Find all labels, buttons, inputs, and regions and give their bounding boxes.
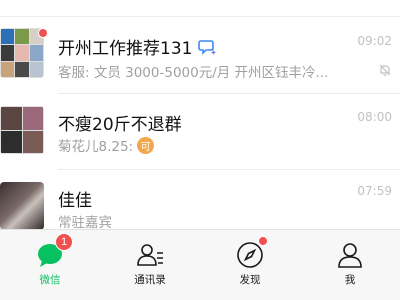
- tab-discover[interactable]: 发现: [200, 230, 300, 300]
- contacts-icon: [136, 241, 164, 269]
- chat-time: 07:59: [357, 184, 392, 198]
- group-avatar: [0, 106, 44, 154]
- tab-chats[interactable]: 1 微信: [0, 230, 100, 300]
- chat-title: 开州工作推荐131: [58, 34, 217, 59]
- unread-badge: 1: [55, 233, 73, 251]
- avatar: [0, 182, 44, 230]
- chat-bubble-icon: 1: [36, 233, 73, 269]
- chat-preview: 客服: 文员 3000-5000元/月 开州区钰丰冷...: [58, 65, 329, 81]
- chat-bubble-ai-icon: [198, 39, 217, 55]
- top-divider: [0, 16, 400, 17]
- notification-dot: [258, 236, 268, 246]
- chat-item-kaizhou-jobs[interactable]: 开州工作推荐131 09:02 客服: 文员 3000-5000元/月 开州区钰…: [0, 18, 400, 94]
- coin-icon: 可: [137, 136, 155, 154]
- chat-preview: 常驻嘉宾: [58, 215, 112, 231]
- compass-icon: [236, 236, 268, 269]
- chat-title: 佳佳: [58, 191, 92, 211]
- chat-item-jiajia[interactable]: 佳佳 07:59 常驻嘉宾: [0, 170, 400, 231]
- chat-time: 09:02: [357, 34, 392, 48]
- unread-dot: [38, 28, 48, 38]
- tab-label: 我: [344, 274, 356, 286]
- bottom-tab-bar: 1 微信 通讯录 发现 我: [0, 229, 400, 300]
- tab-contacts[interactable]: 通讯录: [100, 230, 200, 300]
- tab-label: 通讯录: [134, 274, 166, 286]
- mute-bell-icon: [378, 62, 392, 76]
- group-avatar: [0, 28, 44, 78]
- chat-preview: 菊花儿8.25: 可: [58, 135, 155, 155]
- chat-item-diet-group[interactable]: 不瘦20斤不退群 08:00 菊花儿8.25: 可: [0, 94, 400, 170]
- person-icon: [336, 241, 364, 269]
- chat-title: 不瘦20斤不退群: [58, 115, 182, 135]
- tab-me[interactable]: 我: [300, 230, 400, 300]
- tab-label: 微信: [39, 274, 61, 286]
- tab-label: 发现: [239, 274, 261, 286]
- chat-time: 08:00: [357, 110, 392, 124]
